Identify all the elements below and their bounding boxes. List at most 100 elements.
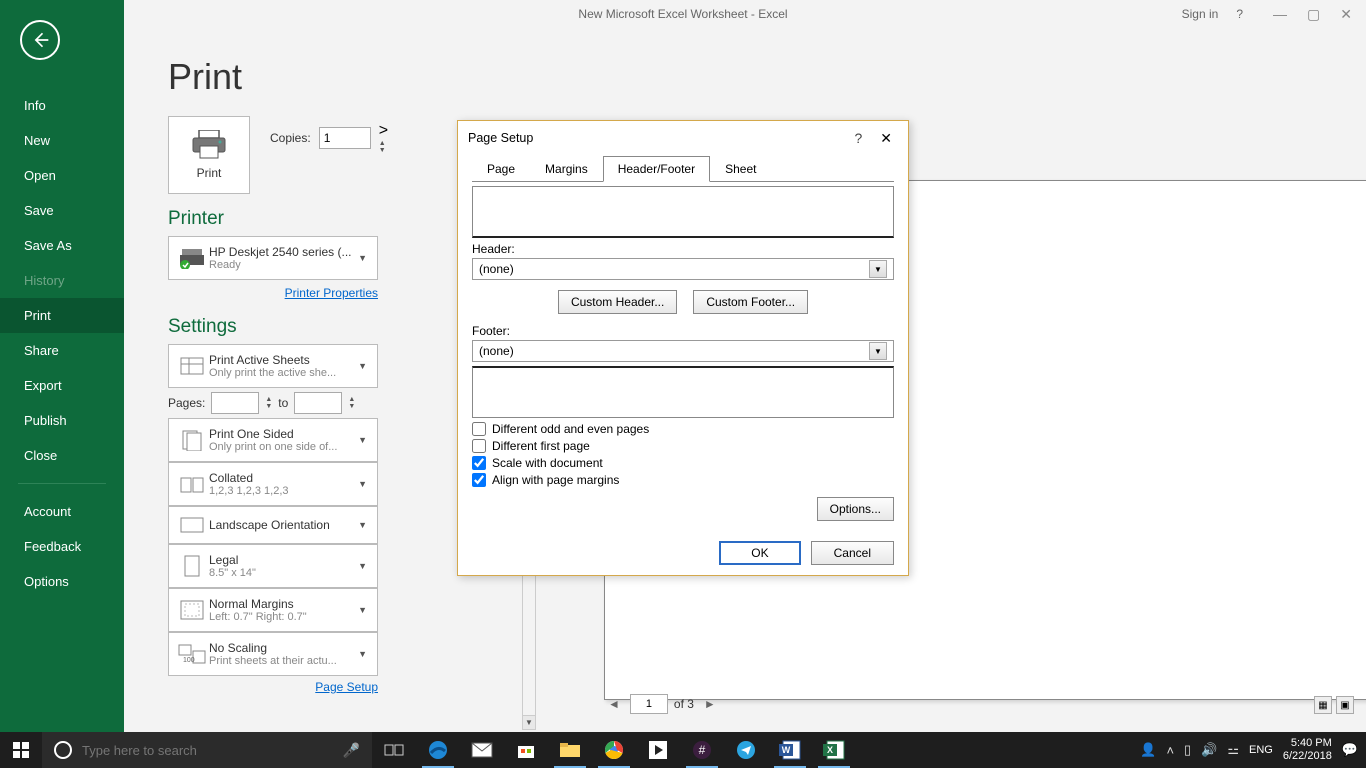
- show-margins-button[interactable]: ▦: [1314, 696, 1332, 714]
- taskbar-mail[interactable]: [460, 732, 504, 768]
- dialog-help-button[interactable]: ?: [842, 130, 874, 146]
- pages-from-down[interactable]: ▼: [265, 403, 272, 410]
- sidebar-item-save[interactable]: Save: [0, 193, 124, 228]
- sidebar-item-feedback[interactable]: Feedback: [0, 529, 124, 564]
- people-icon[interactable]: 👤: [1140, 742, 1156, 758]
- tab-sheet[interactable]: Sheet: [710, 156, 771, 182]
- pages-from-input[interactable]: [211, 392, 259, 414]
- collate-selector[interactable]: Collated1,2,3 1,2,3 1,2,3 ▼: [168, 462, 378, 506]
- footer-select[interactable]: (none) ▼: [472, 340, 894, 362]
- sidebar-item-print[interactable]: Print: [0, 298, 124, 333]
- pages-from-up[interactable]: ▲: [265, 396, 272, 403]
- svg-text:#: #: [699, 743, 706, 757]
- landscape-icon: [175, 516, 209, 534]
- tab-margins[interactable]: Margins: [530, 156, 603, 182]
- chk-align-label: Align with page margins: [492, 473, 619, 487]
- zoom-to-page-button[interactable]: ▣: [1336, 696, 1354, 714]
- dialog-close-button[interactable]: ✕: [874, 130, 898, 147]
- taskbar-excel[interactable]: X: [812, 732, 856, 768]
- chk-first-page[interactable]: [472, 439, 486, 453]
- chk-scale[interactable]: [472, 456, 486, 470]
- next-page-button[interactable]: ►: [700, 697, 720, 711]
- taskbar-chrome[interactable]: [592, 732, 636, 768]
- maximize-button[interactable]: ▢: [1307, 6, 1320, 23]
- wifi-icon[interactable]: ⚍: [1227, 742, 1239, 758]
- sidebar-item-export[interactable]: Export: [0, 368, 124, 403]
- chevron-down-icon: ▼: [869, 342, 887, 360]
- cancel-button[interactable]: Cancel: [811, 541, 894, 565]
- tab-header-footer[interactable]: Header/Footer: [603, 156, 710, 182]
- printer-icon: [191, 130, 227, 160]
- sidebar-item-account[interactable]: Account: [0, 494, 124, 529]
- sidebar-item-save-as[interactable]: Save As: [0, 228, 124, 263]
- chk-scale-label: Scale with document: [492, 456, 603, 470]
- current-page-input[interactable]: [630, 694, 668, 714]
- chevron-down-icon: ▼: [354, 561, 371, 571]
- language-indicator[interactable]: ENG: [1249, 744, 1273, 756]
- prev-page-button[interactable]: ◄: [604, 697, 624, 711]
- page-title: Print: [168, 56, 1366, 98]
- paper-size-selector[interactable]: Legal8.5" x 14" ▼: [168, 544, 378, 588]
- titlebar: New Microsoft Excel Worksheet - Excel Si…: [0, 0, 1366, 28]
- sides-selector[interactable]: Print One SidedOnly print on one side of…: [168, 418, 378, 462]
- header-select[interactable]: (none) ▼: [472, 258, 894, 280]
- taskbar-search[interactable]: 🎤: [42, 732, 372, 768]
- sidebar-item-share[interactable]: Share: [0, 333, 124, 368]
- taskbar-word[interactable]: W: [768, 732, 812, 768]
- minimize-button[interactable]: —: [1273, 6, 1287, 23]
- taskbar-store[interactable]: [504, 732, 548, 768]
- custom-header-button[interactable]: Custom Header...: [558, 290, 677, 314]
- orientation-selector[interactable]: Landscape Orientation ▼: [168, 506, 378, 544]
- taskbar-app1[interactable]: [636, 732, 680, 768]
- copies-input[interactable]: [319, 127, 371, 149]
- printer-selector[interactable]: HP Deskjet 2540 series (... Ready ▼: [168, 236, 378, 280]
- scaling-selector[interactable]: 100 No ScalingPrint sheets at their actu…: [168, 632, 378, 676]
- back-button[interactable]: [20, 20, 60, 60]
- sidebar-item-new[interactable]: New: [0, 123, 124, 158]
- taskbar-explorer[interactable]: [548, 732, 592, 768]
- page-setup-link[interactable]: Page Setup: [315, 680, 378, 694]
- svg-text:100: 100: [183, 657, 195, 664]
- sidebar-item-publish[interactable]: Publish: [0, 403, 124, 438]
- taskbar-telegram[interactable]: [724, 732, 768, 768]
- taskbar-slack[interactable]: #: [680, 732, 724, 768]
- notifications-icon[interactable]: 💬: [1342, 742, 1358, 758]
- copies-down[interactable]: ▼: [379, 147, 388, 154]
- start-button[interactable]: [0, 732, 42, 768]
- chevron-down-icon: ▼: [354, 605, 371, 615]
- chk-align[interactable]: [472, 473, 486, 487]
- pages-to-down[interactable]: ▼: [348, 403, 355, 410]
- sidebar-item-open[interactable]: Open: [0, 158, 124, 193]
- one-sided-icon: [175, 429, 209, 451]
- tab-page[interactable]: Page: [472, 156, 530, 182]
- task-view-button[interactable]: [372, 732, 416, 768]
- margins-selector[interactable]: Normal MarginsLeft: 0.7" Right: 0.7" ▼: [168, 588, 378, 632]
- print-button[interactable]: Print: [168, 116, 250, 194]
- chevron-down-icon: ▼: [354, 361, 371, 371]
- sidebar-item-options[interactable]: Options: [0, 564, 124, 599]
- pages-to-up[interactable]: ▲: [348, 396, 355, 403]
- help-button[interactable]: ?: [1236, 7, 1243, 21]
- copies-up[interactable]: ▲: [379, 140, 388, 147]
- tray-chevron-up-icon[interactable]: ˄: [1166, 743, 1174, 758]
- battery-icon[interactable]: ▯: [1184, 742, 1191, 758]
- options-button[interactable]: Options...: [817, 497, 894, 521]
- search-input[interactable]: [82, 743, 333, 758]
- taskbar-edge[interactable]: [416, 732, 460, 768]
- print-what-selector[interactable]: Print Active SheetsOnly print the active…: [168, 344, 378, 388]
- taskbar-clock[interactable]: 5:40 PM 6/22/2018: [1283, 737, 1332, 763]
- close-window-button[interactable]: ✕: [1340, 6, 1352, 23]
- sidebar-item-close[interactable]: Close: [0, 438, 124, 473]
- volume-icon[interactable]: 🔊: [1201, 742, 1217, 758]
- chk-odd-even[interactable]: [472, 422, 486, 436]
- mic-icon[interactable]: 🎤: [343, 742, 360, 759]
- ok-button[interactable]: OK: [719, 541, 800, 565]
- preview-navigation: ◄ of 3 ►: [604, 694, 720, 714]
- sidebar-item-info[interactable]: Info: [0, 88, 124, 123]
- pages-to-input[interactable]: [294, 392, 342, 414]
- header-label: Header:: [472, 242, 894, 256]
- printer-properties-link[interactable]: Printer Properties: [285, 286, 378, 300]
- scroll-down-icon[interactable]: ▼: [523, 715, 535, 729]
- sign-in-link[interactable]: Sign in: [1182, 7, 1219, 21]
- custom-footer-button[interactable]: Custom Footer...: [693, 290, 808, 314]
